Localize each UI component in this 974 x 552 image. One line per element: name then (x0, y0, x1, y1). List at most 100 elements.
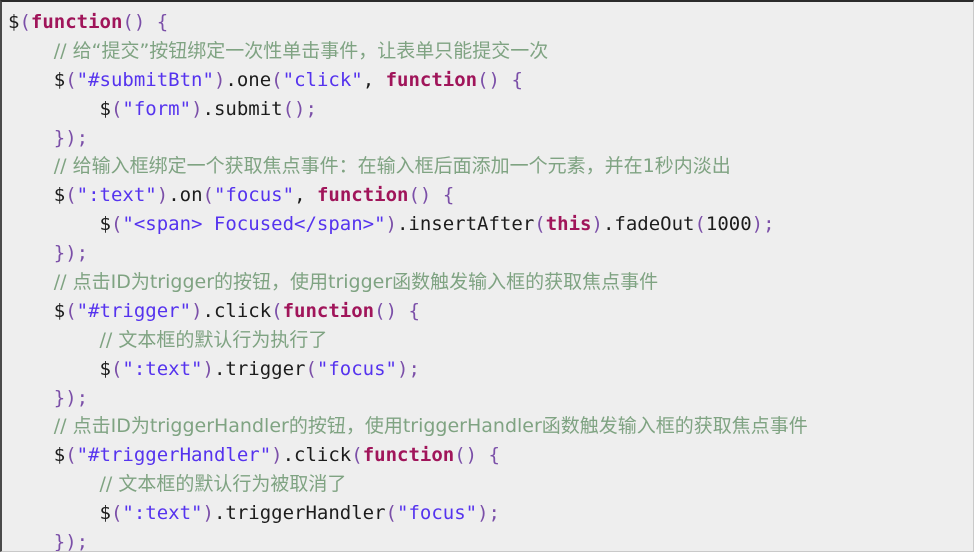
code-line: // 给“提交”按钮绑定一次性单击事件，让表单只能提交一次 (8, 37, 973, 66)
code-token-str: "<span> Focused</span>" (122, 213, 386, 236)
code-token-punc: { (156, 11, 169, 33)
code-token-punc: ( (65, 299, 77, 322)
code-token-kw: function (362, 444, 455, 467)
code-token-punc: }) (53, 126, 77, 149)
code-token-kw: function (30, 11, 123, 33)
code-token-punc: ; (763, 213, 775, 236)
code-token-punc: }) (53, 386, 77, 409)
code-token-str: ":text" (122, 357, 203, 380)
code-line: // 给输入框绑定一个获取焦点事件：在输入框后面添加一个元素，并在1秒内淡出 (8, 152, 973, 181)
code-viewer[interactable]: $(function() { // 给“提交”按钮绑定一次性单击事件，让表单只能… (0, 0, 974, 552)
code-token-punc: ) (191, 299, 203, 322)
code-token-punc: () (374, 299, 398, 322)
code-line: $("#trigger").click(function() { (8, 297, 973, 326)
code-token-plain: .insertAfter (396, 213, 535, 236)
code-token-punc: () (282, 97, 306, 120)
code-token-dollar: $ (53, 184, 66, 207)
code-token-plain: , (362, 68, 386, 91)
code-token-plain: .on (168, 184, 203, 207)
code-token-kw: this (545, 213, 592, 236)
code-token-punc: ) (397, 357, 409, 380)
code-token-punc: ) (591, 213, 603, 236)
code-token-punc: ( (65, 184, 77, 207)
code-line: $("<span> Focused</span>").insertAfter(t… (8, 210, 973, 239)
code-token-plain: .submit (202, 97, 283, 120)
code-token-comment: // 点击ID为triggerHandler的按钮，使用triggerHandl… (53, 415, 808, 438)
code-line: $("form").submit(); (8, 95, 973, 124)
code-token-str: "#submitBtn" (76, 68, 214, 91)
code-token-punc: ) (477, 502, 489, 525)
code-token-str: "click" (282, 68, 363, 91)
code-token-punc: ( (110, 502, 123, 525)
code-token-punc: { (488, 444, 500, 467)
code-line: $("#triggerHandler").click(function() { (8, 441, 973, 470)
code-token-punc: ; (76, 531, 89, 552)
code-token-str: ":text" (122, 502, 203, 525)
code-token-punc: ; (305, 97, 317, 120)
code-token-punc: ) (202, 357, 214, 380)
code-token-punc: ( (271, 68, 283, 91)
code-token-punc: () (408, 184, 432, 207)
code-token-punc: ( (110, 97, 123, 120)
code-token-dollar: $ (53, 444, 66, 467)
code-token-str: "focus" (316, 357, 397, 380)
code-token-punc: () (477, 68, 500, 91)
code-line: $(":text").trigger("focus"); (8, 355, 973, 384)
code-token-punc: ( (534, 213, 546, 236)
code-token-punc: ( (271, 299, 283, 322)
code-token-plain: .click (282, 444, 352, 467)
code-token-comment: // 文本框的默认行为执行了 (99, 328, 328, 351)
code-token-punc: ) (191, 97, 203, 120)
code-token-plain: .triggerHandler (213, 502, 386, 525)
code-token-punc: ( (694, 213, 706, 236)
code-token-punc: ; (488, 502, 500, 525)
code-token-comment: // 点击ID为trigger的按钮，使用trigger函数触发输入框的获取焦点… (53, 271, 659, 294)
code-line: // 文本框的默认行为执行了 (8, 326, 973, 355)
code-line: // 文本框的默认行为被取消了 (8, 470, 973, 499)
code-token-punc: ( (385, 502, 397, 525)
code-token-punc: ) (751, 213, 764, 236)
code-token-punc: ( (19, 11, 31, 33)
code-token-punc: ( (351, 444, 363, 467)
code-token-punc: ; (76, 126, 89, 149)
code-token-punc: { (511, 68, 523, 91)
code-token-str: "focus" (213, 184, 295, 207)
code-token-punc: ( (65, 68, 77, 91)
code-line: $(":text").triggerHandler("focus"); (8, 499, 973, 528)
code-token-punc: ) (271, 444, 283, 467)
code-token-plain: .fadeOut (602, 213, 695, 236)
code-token-comment: // 给“提交”按钮绑定一次性单击事件，让表单只能提交一次 (53, 39, 549, 62)
code-line: }); (8, 528, 973, 552)
code-line: // 点击ID为triggerHandler的按钮，使用triggerHandl… (8, 412, 973, 441)
code-token-dollar: $ (99, 502, 111, 525)
code-token-comment: // 文本框的默认行为被取消了 (99, 473, 347, 496)
code-token-plain: .trigger (213, 357, 306, 380)
code-token-punc: ) (385, 213, 397, 236)
code-token-dollar: $ (53, 299, 66, 322)
code-token-dollar: $ (99, 357, 111, 380)
code-line: }); (8, 124, 973, 153)
code-block[interactable]: $(function() { // 给“提交”按钮绑定一次性单击事件，让表单只能… (2, 2, 973, 552)
code-token-punc: () (122, 11, 146, 33)
code-line: }); (8, 239, 973, 268)
code-line: $(function() { (8, 8, 973, 37)
code-token-dollar: $ (99, 213, 111, 236)
